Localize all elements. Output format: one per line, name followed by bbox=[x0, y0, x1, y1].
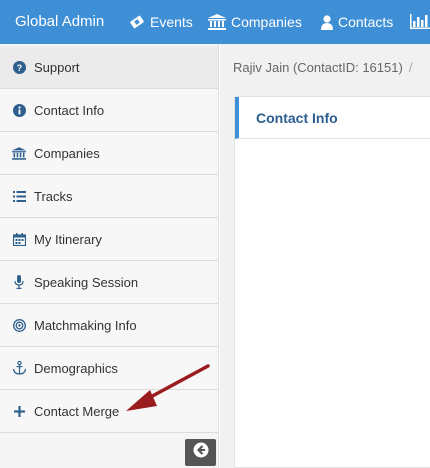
microphone-icon bbox=[12, 275, 26, 289]
nav-contacts[interactable]: Contacts bbox=[321, 14, 393, 30]
plus-icon bbox=[12, 404, 26, 418]
sidebar: ? Support Contact Info Companies Tracks … bbox=[0, 44, 219, 468]
question-circle-icon: ? bbox=[12, 60, 26, 74]
main-content: Rajiv Jain (ContactID: 16151) / Contact I… bbox=[220, 44, 430, 468]
sidebar-item-label: Speaking Session bbox=[34, 274, 139, 290]
sidebar-item-label: Matchmaking Info bbox=[34, 317, 137, 333]
breadcrumb-separator: / bbox=[408, 60, 413, 75]
top-navbar: Global Admin Events Companies Contacts bbox=[0, 0, 430, 44]
sidebar-item-label: Companies bbox=[34, 145, 100, 161]
breadcrumb-contact[interactable]: Rajiv Jain (ContactID: 16151) bbox=[233, 60, 403, 75]
nav-events-label: Events bbox=[150, 14, 193, 30]
sidebar-item-label: Contact Merge bbox=[34, 403, 120, 419]
bank-icon bbox=[12, 146, 26, 160]
nav-contacts-label: Contacts bbox=[338, 14, 394, 30]
sidebar-item-contact-info[interactable]: Contact Info bbox=[0, 89, 218, 132]
sidebar-item-matchmaking-info[interactable]: Matchmaking Info bbox=[0, 304, 218, 347]
nav-reports[interactable] bbox=[410, 14, 430, 29]
bank-icon bbox=[208, 14, 226, 30]
bullseye-icon bbox=[12, 318, 26, 332]
arrow-circle-left-icon bbox=[193, 442, 209, 463]
sidebar-item-contact-merge[interactable]: Contact Merge bbox=[0, 390, 218, 433]
sidebar-item-label: Demographics bbox=[34, 360, 118, 376]
ticket-icon bbox=[129, 15, 145, 29]
nav-companies-label: Companies bbox=[231, 14, 302, 30]
bar-chart-icon bbox=[410, 14, 430, 29]
info-circle-icon bbox=[12, 103, 26, 117]
sidebar-item-companies[interactable]: Companies bbox=[0, 132, 218, 175]
sidebar-item-demographics[interactable]: Demographics bbox=[0, 347, 218, 390]
sidebar-collapse-button[interactable] bbox=[185, 439, 216, 466]
sidebar-item-my-itinerary[interactable]: My Itinerary bbox=[0, 218, 218, 261]
nav-companies[interactable]: Companies bbox=[208, 14, 302, 30]
sidebar-item-label: Tracks bbox=[34, 188, 73, 204]
list-icon bbox=[12, 189, 26, 203]
panel-header: Contact Info bbox=[235, 97, 430, 139]
sidebar-item-support[interactable]: ? Support bbox=[0, 46, 218, 89]
svg-text:?: ? bbox=[16, 63, 22, 73]
brand-title[interactable]: Global Admin bbox=[15, 13, 104, 30]
calendar-icon bbox=[12, 232, 26, 246]
sidebar-item-speaking-session[interactable]: Speaking Session bbox=[0, 261, 218, 304]
sidebar-item-label: My Itinerary bbox=[34, 231, 102, 247]
sidebar-item-label: Contact Info bbox=[34, 102, 105, 118]
panel-title: Contact Info bbox=[256, 110, 338, 126]
breadcrumb: Rajiv Jain (ContactID: 16151) / bbox=[233, 60, 412, 75]
sidebar-item-label: Support bbox=[34, 59, 80, 75]
user-icon bbox=[321, 14, 333, 30]
nav-events[interactable]: Events bbox=[129, 14, 193, 30]
sidebar-item-tracks[interactable]: Tracks bbox=[0, 175, 218, 218]
contact-info-panel: Contact Info bbox=[234, 96, 430, 468]
anchor-icon bbox=[12, 361, 26, 375]
